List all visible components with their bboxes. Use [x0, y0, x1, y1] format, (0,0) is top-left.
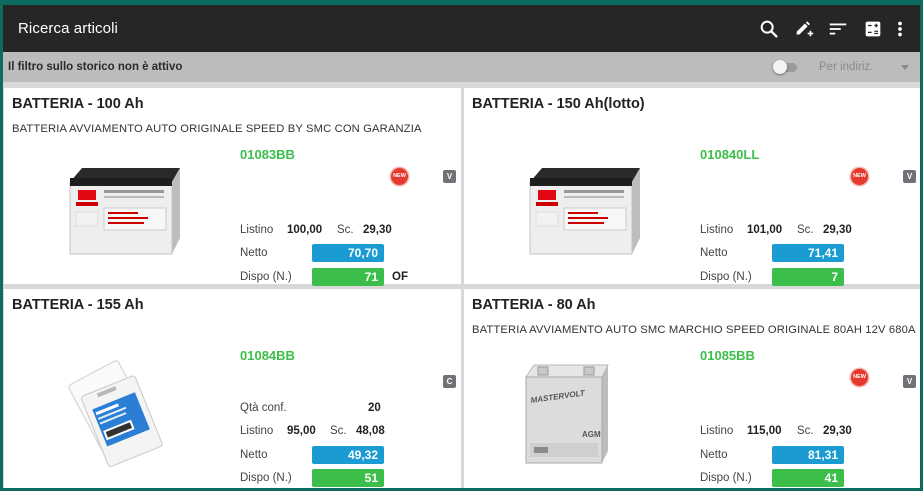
product-description: BATTERIA AVVIAMENTO AUTO SMC MARCHIO SPE…: [472, 324, 916, 336]
availability-label: Dispo (N.): [700, 472, 752, 484]
availability-value: 41: [772, 469, 844, 487]
yuasa-battery-image: [522, 160, 648, 262]
product-code: 01085BB: [700, 348, 755, 363]
discount-value: 48,08: [356, 425, 385, 437]
availability-note: OF: [392, 271, 408, 283]
page-title: Ricerca articoli: [18, 20, 118, 37]
search-icon[interactable]: [758, 18, 780, 40]
net-price: 71,41: [772, 244, 844, 262]
listino-label: Listino: [700, 425, 734, 437]
listino-label: Listino: [240, 224, 274, 236]
net-price: 49,32: [312, 446, 384, 464]
class-badge: V: [443, 170, 456, 183]
listino-value: 115,00: [747, 425, 782, 437]
listino-value: 101,00: [747, 224, 783, 236]
new-badge: NEW: [851, 168, 868, 185]
product-card[interactable]: BATTERIA - 80 Ah BATTERIA AVVIAMENTO AUT…: [464, 289, 920, 488]
product-code: 01083BB: [240, 147, 295, 162]
listino-value: 95,00: [287, 425, 316, 437]
yuasa-battery-image: [62, 160, 188, 262]
product-title: BATTERIA - 155 Ah: [12, 297, 144, 313]
history-filter-status: Il filtro sullo storico non è attivo: [8, 61, 183, 73]
toggle-knob: [773, 60, 787, 74]
new-badge: NEW: [391, 168, 408, 185]
discount-label: Sc.: [797, 224, 814, 236]
sort-icon[interactable]: [827, 18, 849, 40]
product-title: BATTERIA - 150 Ah(lotto): [472, 96, 645, 112]
chevron-down-icon: [901, 65, 909, 70]
product-card[interactable]: BATTERIA - 155 Ah 01084BB C Qtà conf. 20…: [4, 289, 461, 488]
app-window: Ricerca articoli Il filtro sullo storico…: [3, 5, 920, 488]
discount-label: Sc.: [330, 425, 347, 437]
qty-per-pack-label: Qtà conf.: [240, 402, 287, 414]
product-title: BATTERIA - 80 Ah: [472, 297, 596, 313]
availability-value: 51: [312, 469, 384, 487]
discount-value: 29,30: [823, 224, 852, 236]
discount-label: Sc.: [797, 425, 814, 437]
availability-label: Dispo (N.): [240, 271, 292, 283]
availability-value: 71: [312, 268, 384, 286]
product-title: BATTERIA - 100 Ah: [12, 96, 144, 112]
discount-value: 29,30: [363, 224, 392, 236]
class-badge: C: [443, 375, 456, 388]
discount-value: 29,30: [823, 425, 852, 437]
listino-value: 100,00: [287, 224, 323, 236]
product-code: 010840LL: [700, 147, 760, 162]
calculator-icon[interactable]: [862, 18, 884, 40]
net-price: 81,31: [772, 446, 844, 464]
edit-add-icon[interactable]: [793, 18, 815, 40]
listino-label: Listino: [700, 224, 734, 236]
battery-model-text: AGM: [582, 430, 601, 439]
discount-label: Sc.: [337, 224, 354, 236]
product-code: 01084BB: [240, 348, 295, 363]
top-app-bar: Ricerca articoli: [3, 5, 920, 52]
product-card[interactable]: BATTERIA - 150 Ah(lotto) 010840LL NEW V …: [464, 88, 920, 286]
address-filter-select[interactable]: Per indiriz.: [815, 56, 913, 78]
availability-label: Dispo (N.): [700, 271, 752, 283]
net-label: Netto: [240, 247, 268, 259]
new-badge: NEW: [851, 369, 868, 386]
product-description: BATTERIA AVVIAMENTO AUTO ORIGINALE SPEED…: [12, 123, 422, 135]
filter-bar: Il filtro sullo storico non è attivo Per…: [3, 52, 920, 82]
more-vert-icon[interactable]: [893, 18, 907, 40]
qty-per-pack-value: 20: [368, 402, 381, 414]
history-filter-toggle[interactable]: [773, 60, 799, 74]
select-value: Per indiriz.: [819, 61, 874, 73]
net-label: Netto: [700, 449, 728, 461]
listino-label: Listino: [240, 425, 274, 437]
class-badge: V: [903, 375, 916, 388]
net-label: Netto: [700, 247, 728, 259]
product-card[interactable]: BATTERIA - 100 Ah BATTERIA AVVIAMENTO AU…: [4, 88, 461, 286]
availability-value: 7: [772, 268, 844, 286]
net-label: Netto: [240, 449, 268, 461]
class-badge: V: [903, 170, 916, 183]
phone-battery-image: [64, 357, 174, 467]
mastervolt-battery-image: MASTERVOLT AGM: [522, 359, 612, 467]
availability-label: Dispo (N.): [240, 472, 292, 484]
net-price: 70,70: [312, 244, 384, 262]
